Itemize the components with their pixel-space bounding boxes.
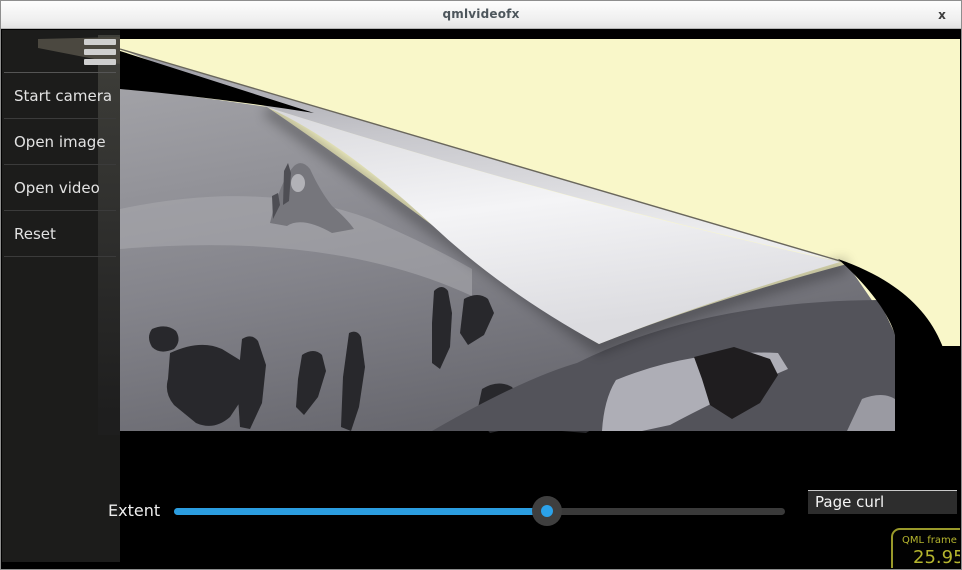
sidebar-item-open-video[interactable]: Open video (4, 165, 116, 211)
sidebar-menu: Start camera Open image Open video Reset (4, 72, 116, 257)
effect-selector-button[interactable]: Page curl (808, 490, 957, 514)
sidebar: Start camera Open image Open video Reset (2, 30, 120, 562)
menu-icon[interactable] (80, 39, 120, 69)
video-area[interactable] (2, 30, 960, 568)
window-title: qmlvideofx (1, 7, 961, 21)
extent-slider[interactable] (174, 496, 785, 526)
slider-handle[interactable] (532, 496, 562, 526)
fps-badge-label: QML frame r... (902, 535, 960, 546)
title-bar: qmlvideofx x (1, 1, 961, 29)
close-button[interactable]: x (933, 6, 951, 24)
sidebar-item-start-camera[interactable]: Start camera (4, 73, 116, 119)
black-right-fill (895, 346, 960, 431)
app-window: qmlvideofx x (0, 0, 962, 570)
sidebar-item-open-image[interactable]: Open image (4, 119, 116, 165)
extent-slider-label: Extent (108, 501, 160, 520)
sidebar-item-reset[interactable]: Reset (4, 211, 116, 257)
fps-badge: QML frame r... 25.95 (891, 528, 960, 568)
app-content: Start camera Open image Open video Reset… (2, 30, 960, 568)
fps-badge-value: 25.95 (902, 547, 960, 568)
slider-fill (174, 508, 547, 515)
peak-snow-hole (291, 174, 305, 192)
